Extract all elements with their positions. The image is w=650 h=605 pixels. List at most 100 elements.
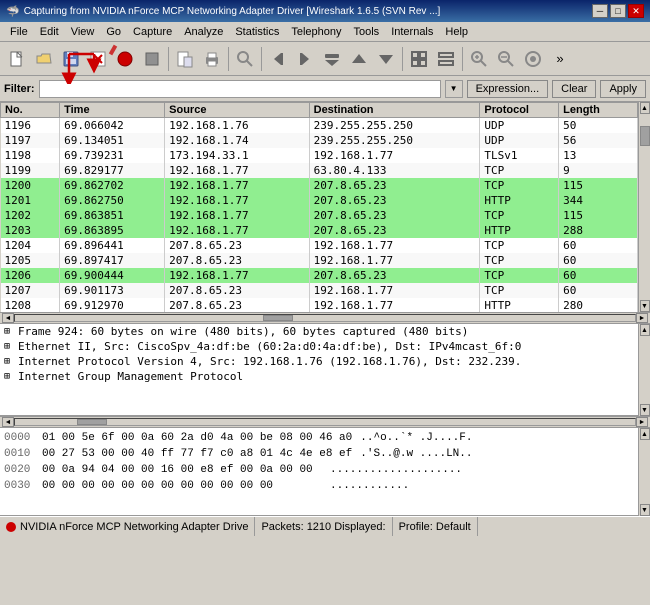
hex-vscrollbar[interactable]: ▲ ▼ xyxy=(638,428,650,516)
toolbar-capture-start[interactable] xyxy=(112,46,138,72)
toolbar-zoom-reset[interactable] xyxy=(520,46,546,72)
detail-row-1[interactable]: ⊞ Frame 924: 60 bytes on wire (480 bits)… xyxy=(0,324,638,339)
hex-row-0030: 0030 00 00 00 00 00 00 00 00 00 00 00 00… xyxy=(4,478,634,494)
detail-row-4[interactable]: ⊞ Internet Group Management Protocol xyxy=(0,369,638,384)
toolbar-new[interactable] xyxy=(4,46,30,72)
detail-hscroll-thumb[interactable] xyxy=(77,419,107,425)
toolbar-zoom-out[interactable] xyxy=(493,46,519,72)
table-row[interactable]: 120169.862750192.168.1.77207.8.65.23HTTP… xyxy=(1,193,638,208)
table-row[interactable]: 120369.863895192.168.1.77207.8.65.23HTTP… xyxy=(1,223,638,238)
toolbar-zoom-in[interactable] xyxy=(466,46,492,72)
expand-ip[interactable]: ⊞ xyxy=(4,356,14,367)
col-time[interactable]: Time xyxy=(60,103,165,118)
menu-capture[interactable]: Capture xyxy=(127,25,178,39)
menu-view[interactable]: View xyxy=(65,25,101,39)
hscroll-thumb[interactable] xyxy=(263,315,293,321)
expand-frame[interactable]: ⊞ xyxy=(4,326,14,337)
table-row[interactable]: 120269.863851192.168.1.77207.8.65.23TCP1… xyxy=(1,208,638,223)
filter-bar: Filter: ▼ Expression... Clear Apply xyxy=(0,76,650,102)
maximize-button[interactable]: □ xyxy=(610,4,626,18)
table-row[interactable]: 119969.829177192.168.1.7763.80.4.133TCP9 xyxy=(1,163,638,178)
toolbar-capture-stop[interactable] xyxy=(139,46,165,72)
toolbar-print[interactable] xyxy=(199,46,225,72)
hex-panel-wrapper: 0000 01 00 5e 6f 00 0a 60 2a d0 4a 00 be… xyxy=(0,428,650,516)
toolbar-reload[interactable] xyxy=(172,46,198,72)
hscroll-track[interactable] xyxy=(14,314,636,322)
detail-row-2[interactable]: ⊞ Ethernet II, Src: CiscoSpv_4a:df:be (6… xyxy=(0,339,638,354)
table-vscrollbar[interactable]: ▲ ▼ xyxy=(638,102,650,312)
table-row[interactable]: 120569.897417207.8.65.23192.168.1.77TCP6… xyxy=(1,253,638,268)
table-row[interactable]: 120869.912970207.8.65.23192.168.1.77HTTP… xyxy=(1,298,638,312)
close-button[interactable]: ✕ xyxy=(628,4,644,18)
menu-file[interactable]: File xyxy=(4,25,34,39)
table-row[interactable]: 120769.901173207.8.65.23192.168.1.77TCP6… xyxy=(1,283,638,298)
toolbar-up[interactable] xyxy=(346,46,372,72)
detail-hscrollbar[interactable]: ◄ ► xyxy=(0,416,650,428)
packet-detail: ⊞ Frame 924: 60 bytes on wire (480 bits)… xyxy=(0,324,638,416)
table-row[interactable]: 120469.896441207.8.65.23192.168.1.77TCP6… xyxy=(1,238,638,253)
scroll-up-arrow[interactable]: ▲ xyxy=(640,102,650,114)
expand-igmp[interactable]: ⊞ xyxy=(4,371,14,382)
col-destination[interactable]: Destination xyxy=(309,103,480,118)
filter-dropdown[interactable]: ▼ xyxy=(445,80,463,98)
detail-vscrollbar[interactable]: ▲ ▼ xyxy=(638,324,650,416)
hscroll-left[interactable]: ◄ xyxy=(2,313,14,323)
menu-edit[interactable]: Edit xyxy=(34,25,65,39)
menu-go[interactable]: Go xyxy=(100,25,127,39)
menu-help[interactable]: Help xyxy=(439,25,474,39)
filter-input[interactable] xyxy=(39,80,441,98)
detail-hscroll-track[interactable] xyxy=(14,418,636,426)
menu-telephony[interactable]: Telephony xyxy=(285,25,347,39)
col-protocol[interactable]: Protocol xyxy=(480,103,559,118)
status-bar: NVIDIA nForce MCP Networking Adapter Dri… xyxy=(0,516,650,536)
hex-scroll-down[interactable]: ▼ xyxy=(640,504,650,516)
toolbar-forward[interactable] xyxy=(292,46,318,72)
table-row[interactable]: 120669.900444192.168.1.77207.8.65.23TCP6… xyxy=(1,268,638,283)
filter-apply-button[interactable]: Apply xyxy=(600,80,646,98)
table-row[interactable]: 120069.862702192.168.1.77207.8.65.23TCP1… xyxy=(1,178,638,193)
scroll-thumb[interactable] xyxy=(640,126,650,146)
toolbar-save[interactable] xyxy=(58,46,84,72)
toolbar-close-capture[interactable] xyxy=(85,46,111,72)
hex-scroll-up[interactable]: ▲ xyxy=(640,428,650,440)
table-scroll-area[interactable]: No. Time Source Destination Protocol Len… xyxy=(0,102,638,312)
table-row[interactable]: 119769.134051192.168.1.74239.255.255.250… xyxy=(1,133,638,148)
col-length[interactable]: Length xyxy=(559,103,638,118)
toolbar: » xyxy=(0,42,650,76)
toolbar-view2[interactable] xyxy=(433,46,459,72)
status-adapter: NVIDIA nForce MCP Networking Adapter Dri… xyxy=(0,517,255,536)
window-title: Capturing from NVIDIA nForce MCP Network… xyxy=(24,6,441,17)
detail-hscroll-right[interactable]: ► xyxy=(636,417,648,427)
detail-scroll-up[interactable]: ▲ xyxy=(640,324,650,336)
toolbar-down[interactable] xyxy=(373,46,399,72)
toolbar-stop[interactable] xyxy=(319,46,345,72)
col-no[interactable]: No. xyxy=(1,103,60,118)
detail-row-3[interactable]: ⊞ Internet Protocol Version 4, Src: 192.… xyxy=(0,354,638,369)
table-header-row: No. Time Source Destination Protocol Len… xyxy=(1,103,638,118)
toolbar-open[interactable] xyxy=(31,46,57,72)
table-row[interactable]: 119869.739231173.194.33.1192.168.1.77TLS… xyxy=(1,148,638,163)
detail-scroll-down[interactable]: ▼ xyxy=(640,404,650,416)
app-icon: 🦈 xyxy=(6,5,20,18)
menu-analyze[interactable]: Analyze xyxy=(178,25,229,39)
hscroll-right[interactable]: ► xyxy=(636,313,648,323)
toolbar-more[interactable]: » xyxy=(547,46,573,72)
ip-detail: Internet Protocol Version 4, Src: 192.16… xyxy=(18,355,521,368)
filter-clear-button[interactable]: Clear xyxy=(552,80,596,98)
expand-ethernet[interactable]: ⊞ xyxy=(4,341,14,352)
menu-tools[interactable]: Tools xyxy=(348,25,386,39)
packet-count: Packets: 1210 Displayed: xyxy=(261,521,385,533)
table-hscrollbar[interactable]: ◄ ► xyxy=(0,312,650,324)
scroll-down-arrow[interactable]: ▼ xyxy=(640,300,650,312)
status-packets: Packets: 1210 Displayed: xyxy=(255,517,392,536)
menu-internals[interactable]: Internals xyxy=(385,25,439,39)
minimize-button[interactable]: ─ xyxy=(592,4,608,18)
toolbar-find[interactable] xyxy=(232,46,258,72)
toolbar-back[interactable] xyxy=(265,46,291,72)
detail-hscroll-left[interactable]: ◄ xyxy=(2,417,14,427)
table-row[interactable]: 119669.066042192.168.1.76239.255.255.250… xyxy=(1,118,638,134)
filter-expression-button[interactable]: Expression... xyxy=(467,80,549,98)
col-source[interactable]: Source xyxy=(165,103,309,118)
menu-statistics[interactable]: Statistics xyxy=(229,25,285,39)
toolbar-view1[interactable] xyxy=(406,46,432,72)
